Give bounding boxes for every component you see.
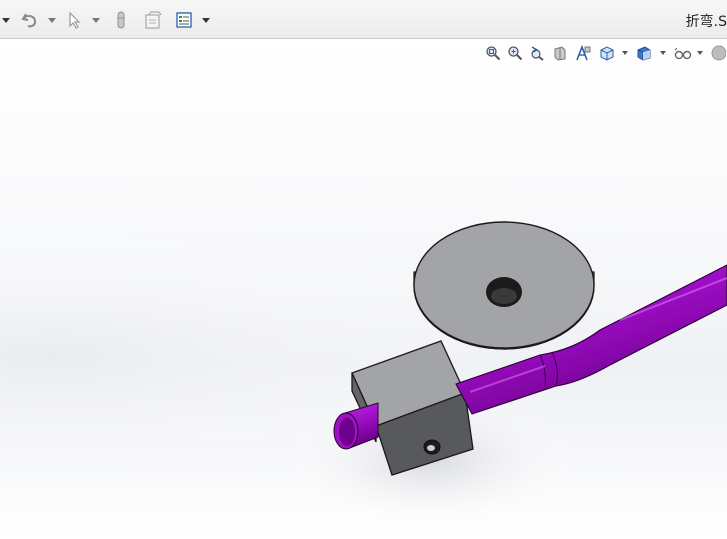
pin-hole <box>427 445 435 451</box>
tube-opening <box>339 418 355 446</box>
file-properties-icon[interactable] <box>141 0 165 39</box>
command-toolbar: 折弯.S <box>0 0 727 39</box>
dropdown-arrow-icon[interactable] <box>46 0 58 39</box>
part-model[interactable] <box>0 40 727 539</box>
rebuild-icon[interactable] <box>110 0 132 39</box>
dropdown-arrow-icon[interactable] <box>200 0 212 39</box>
dropdown-arrow-icon[interactable] <box>90 0 102 39</box>
window-title: 折弯.S <box>685 14 727 30</box>
undo-icon[interactable] <box>16 0 44 39</box>
dropdown-arrow-icon[interactable] <box>0 0 12 39</box>
select-pointer-icon[interactable] <box>64 0 86 39</box>
options-icon[interactable] <box>172 0 196 39</box>
bend-die[interactable] <box>413 221 595 350</box>
tube-end[interactable] <box>333 402 379 450</box>
